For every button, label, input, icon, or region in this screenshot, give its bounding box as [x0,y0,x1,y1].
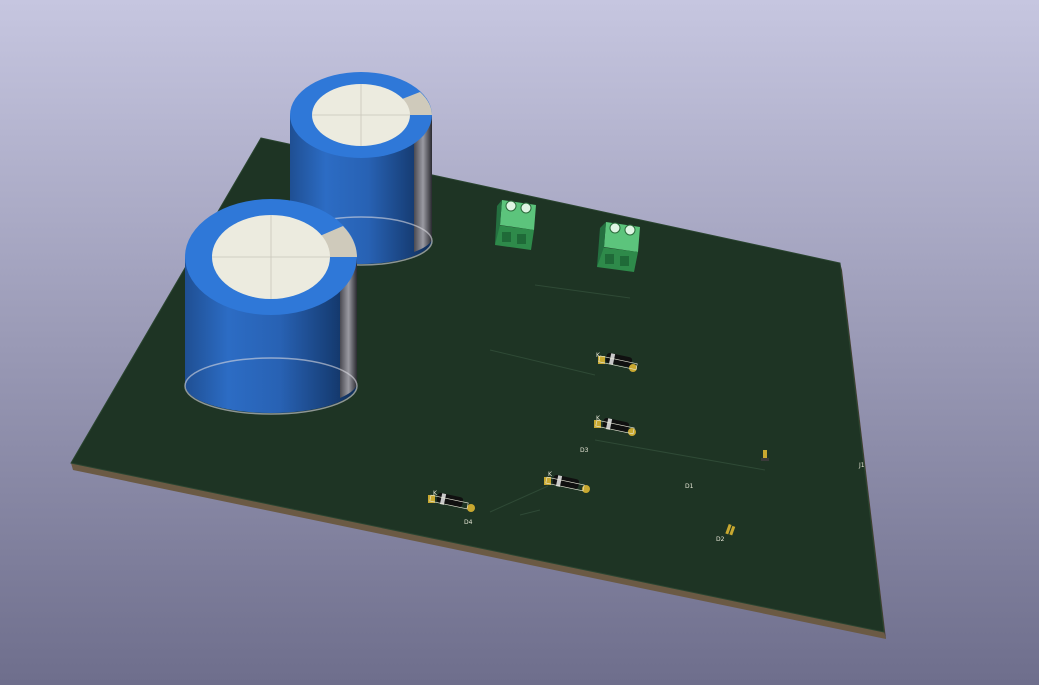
capacitor-c2[interactable] [184,199,358,415]
terminal-block-j2[interactable] [597,222,640,272]
edge-ref-label: J1 [858,462,865,469]
pcb-3d-scene[interactable]: K K D3 K K D4 D1 D2 J1 [0,0,1039,685]
diode-d2-ref-label: D2 [716,536,725,543]
pcb-3d-viewport[interactable]: K K D3 K K D4 D1 D2 J1 [0,0,1039,685]
terminal-block-j1[interactable] [495,200,536,250]
diode-d3-ref-label: D3 [580,447,589,454]
diode-d1-ref-label: D1 [685,483,694,490]
diode-d4-ref-label: D4 [464,519,473,526]
